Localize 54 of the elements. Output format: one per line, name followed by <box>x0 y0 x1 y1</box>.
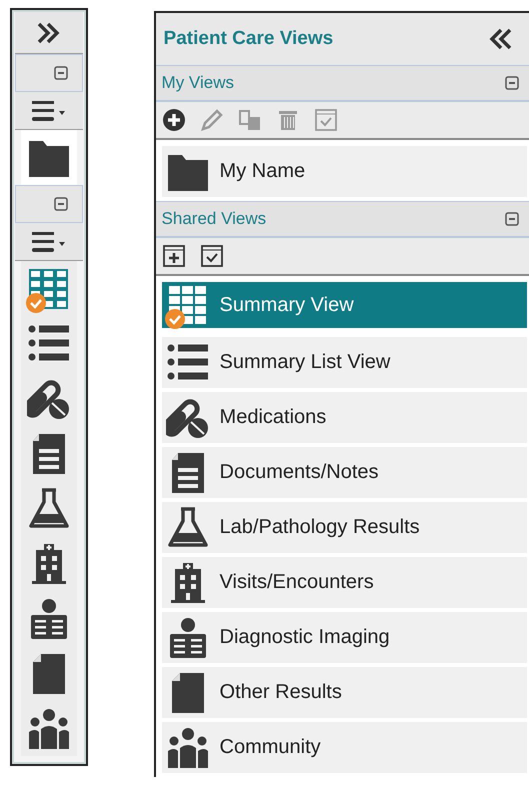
view-label: Documents/Notes <box>220 461 379 484</box>
collapse-icon <box>505 76 519 90</box>
view-item[interactable]: Medications <box>162 392 527 443</box>
pencil-icon <box>200 108 224 132</box>
select-window-icon <box>314 108 338 132</box>
view-label: Visits/Encounters <box>220 571 374 594</box>
view-label: Summary View <box>220 294 354 316</box>
view-item[interactable]: Visits/Encounters <box>162 557 527 608</box>
collapse-button[interactable] <box>505 76 519 90</box>
menu-dropdown-icon <box>32 100 66 122</box>
view-item[interactable] <box>21 701 77 756</box>
view-label: Other Results <box>220 681 342 704</box>
people-icon <box>26 708 71 750</box>
collapse-panel-icon <box>487 27 513 51</box>
expand-button[interactable] <box>15 12 83 54</box>
view-label: Community <box>220 736 321 759</box>
view-label: Lab/Pathology Results <box>220 516 420 539</box>
view-item[interactable]: Lab/Pathology Results <box>162 502 527 553</box>
view-label: My Name <box>220 160 306 183</box>
view-item[interactable]: Summary View <box>162 282 527 328</box>
view-label: Summary List View <box>220 351 390 374</box>
toolbar-button[interactable] <box>162 108 186 132</box>
menu-button[interactable] <box>15 92 83 130</box>
view-item[interactable] <box>21 130 77 185</box>
expand-icon <box>36 20 62 44</box>
toolbar-button[interactable] <box>200 244 224 268</box>
copy-icon <box>238 108 262 132</box>
view-item[interactable]: Documents/Notes <box>162 447 527 498</box>
collapse-panel-button[interactable] <box>487 27 513 51</box>
people-icon <box>166 726 210 768</box>
collapse-icon <box>505 212 519 226</box>
collapse-icon <box>54 197 68 211</box>
view-item[interactable]: My Name <box>162 146 527 197</box>
view-item[interactable]: Diagnostic Imaging <box>162 612 527 663</box>
view-label: Diagnostic Imaging <box>220 626 390 649</box>
pills-icon <box>26 378 71 420</box>
flask-icon <box>166 506 210 548</box>
menu-dropdown-icon <box>32 230 66 252</box>
view-label: Medications <box>220 406 326 429</box>
panel-title: Patient Care Views <box>164 28 334 50</box>
flask-icon <box>26 488 71 530</box>
menu-button[interactable] <box>15 223 83 261</box>
collapse-button[interactable] <box>505 212 519 226</box>
section-title: Shared Views <box>162 209 266 229</box>
add-icon <box>162 108 186 132</box>
pills-icon <box>166 396 210 438</box>
add-window-icon <box>162 244 186 268</box>
toolbar-button[interactable] <box>162 244 186 268</box>
view-item[interactable]: Other Results <box>162 667 527 718</box>
collapse-icon <box>54 66 68 80</box>
view-item[interactable]: Summary List View <box>162 337 527 388</box>
select-window-icon <box>200 244 224 268</box>
section-title: My Views <box>162 73 234 93</box>
view-item[interactable]: Community <box>162 722 527 773</box>
